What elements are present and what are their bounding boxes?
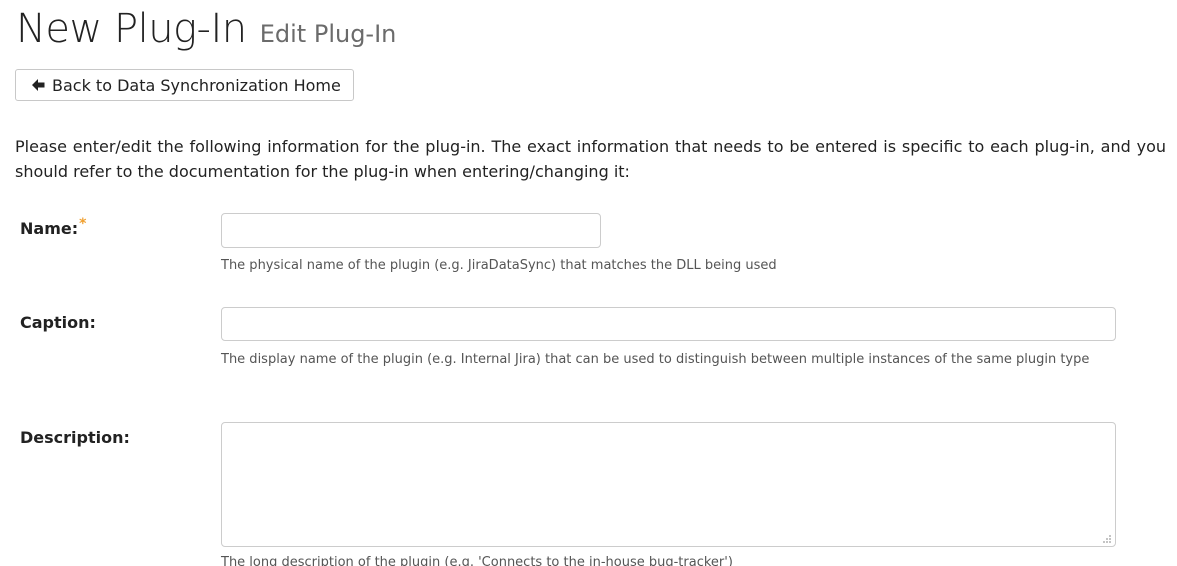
description-label: Description: [20, 428, 130, 447]
back-to-data-sync-home-button[interactable]: Back to Data Synchronization Home [15, 69, 354, 101]
intro-text: Please enter/edit the following informat… [15, 137, 1166, 181]
required-star-icon: * [79, 216, 87, 232]
name-input[interactable] [221, 213, 601, 248]
page-title-subtitle: Edit Plug-In [259, 20, 397, 48]
name-help-text: The physical name of the plugin (e.g. Ji… [221, 258, 777, 273]
page-title-main: New Plug-In [16, 6, 247, 52]
page-title: New Plug-In Edit Plug-In [16, 6, 396, 52]
caption-input[interactable] [221, 307, 1116, 341]
caption-label-text: Caption: [20, 313, 96, 332]
description-textarea[interactable] [221, 422, 1116, 547]
name-label: Name:* [20, 216, 87, 238]
back-button-label: Back to Data Synchronization Home [52, 75, 341, 95]
arrow-left-icon [32, 79, 45, 91]
name-label-text: Name: [20, 219, 79, 238]
edit-plugin-page: New Plug-In Edit Plug-In Back to Data Sy… [0, 0, 1177, 566]
description-label-text: Description: [20, 428, 130, 447]
description-help-text: The long description of the plugin (e.g.… [221, 555, 733, 566]
caption-help-text: The display name of the plugin (e.g. Int… [221, 352, 1090, 367]
caption-label: Caption: [20, 313, 96, 332]
resize-grip-icon[interactable] [1102, 534, 1112, 544]
